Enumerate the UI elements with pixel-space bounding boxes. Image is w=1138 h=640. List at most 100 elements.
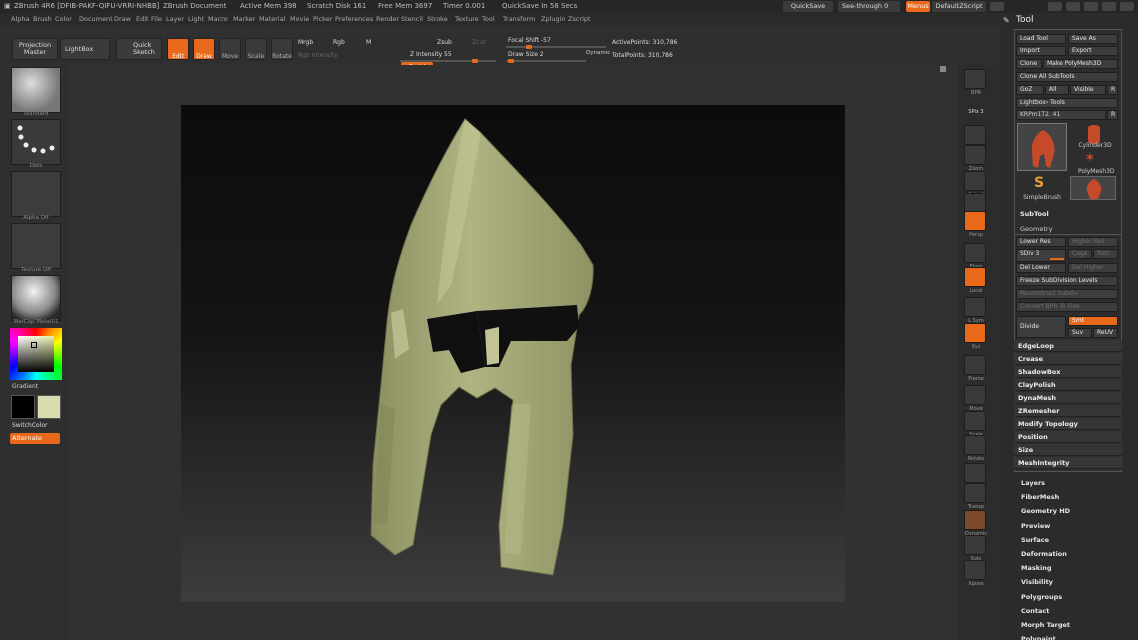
move-button[interactable]: Move — [219, 38, 241, 60]
tool-xpose[interactable] — [964, 560, 986, 580]
menu-movie[interactable]: Movie — [290, 15, 309, 23]
freeze-subdivision-button[interactable]: Freeze SubDivision Levels — [1016, 276, 1118, 286]
menu-light[interactable]: Light — [188, 15, 204, 23]
menu-material[interactable]: Material — [259, 15, 285, 23]
section-deformation[interactable]: Deformation — [1021, 550, 1067, 558]
make-polymesh-button[interactable]: Make PolyMesh3D — [1043, 59, 1118, 69]
menu-stencil[interactable]: Stencil — [401, 15, 423, 23]
reconstruct-subdiv-button[interactable]: Reconstruct Subdiv — [1016, 289, 1118, 299]
section-polypaint[interactable]: Polypaint — [1021, 635, 1056, 640]
section-surface[interactable]: Surface — [1021, 536, 1049, 544]
menu-zscript[interactable]: Zscript — [568, 15, 591, 23]
del-lower-button[interactable]: Del Lower — [1016, 263, 1066, 273]
brush-thumbnail[interactable] — [11, 67, 61, 113]
tool-l-sym[interactable] — [964, 297, 986, 317]
mrgb-button[interactable]: Mrgb — [298, 39, 313, 46]
tool-local[interactable] — [964, 267, 986, 287]
geometry-position[interactable]: Position — [1014, 431, 1122, 443]
r-button[interactable]: R — [1107, 85, 1118, 95]
primary-color-swatch[interactable] — [11, 395, 35, 419]
geometry-edgeloop[interactable]: EdgeLoop — [1014, 340, 1122, 352]
section-contact[interactable]: Contact — [1021, 607, 1049, 615]
menu-texture[interactable]: Texture — [455, 15, 479, 23]
sdiv-slider[interactable]: SDiv 3 — [1016, 249, 1066, 262]
geometry-dynamesh[interactable]: DynaMesh — [1014, 392, 1122, 404]
goz-button[interactable]: GoZ — [1016, 85, 1044, 95]
z-intensity-track[interactable] — [400, 59, 496, 63]
stroke-thumbnail[interactable] — [11, 119, 61, 165]
menu-layer[interactable]: Layer — [166, 15, 184, 23]
rgb-button[interactable]: Rgb — [333, 39, 345, 46]
see-through-slider[interactable]: See-through 0 — [838, 1, 900, 12]
zsub-button[interactable]: Zsub — [437, 39, 452, 46]
section-polygroups[interactable]: Polygroups — [1021, 593, 1062, 601]
tool-bpr[interactable] — [964, 69, 986, 89]
tool-frame[interactable] — [964, 355, 986, 375]
menus-button[interactable]: Menus — [906, 1, 930, 12]
geometry-crease[interactable]: Crease — [1014, 353, 1122, 365]
tool-actual[interactable] — [964, 171, 986, 191]
geometry-zremesher[interactable]: ZRemesher — [1014, 405, 1122, 417]
lightbox-button[interactable]: LightBox — [60, 38, 110, 60]
geometry-meshintegrity[interactable]: MeshIntegrity — [1014, 457, 1122, 469]
tool-scroll[interactable] — [964, 125, 986, 145]
menu-render[interactable]: Render — [376, 15, 399, 23]
reuv-button[interactable]: ReUV — [1093, 328, 1118, 338]
geometry-shadowbox[interactable]: ShadowBox — [1014, 366, 1122, 378]
menu-transform[interactable]: Transform — [503, 15, 535, 23]
menu-color[interactable]: Color — [55, 15, 72, 23]
focal-shift-slider[interactable]: Focal Shift -57 — [508, 37, 551, 44]
restore-icon[interactable] — [1102, 2, 1116, 11]
menu-stroke[interactable]: Stroke — [427, 15, 448, 23]
section-morph-target[interactable]: Morph Target — [1021, 621, 1070, 629]
zcut-button[interactable]: Zcut — [472, 39, 486, 46]
alpha-thumbnail[interactable] — [11, 171, 61, 217]
current-tool-slider[interactable]: KRPm1T2. 41 — [1016, 110, 1106, 120]
default-zscript-button[interactable]: DefaultZScript — [932, 1, 986, 12]
document-canvas[interactable] — [181, 105, 845, 602]
draw-size-track[interactable] — [506, 59, 586, 63]
suv-button[interactable]: Suv — [1068, 328, 1092, 338]
cage-button[interactable]: Cage — [1068, 249, 1092, 259]
edit-button[interactable]: Edit — [167, 38, 189, 60]
projection-master-button[interactable]: Projection Master — [12, 38, 58, 60]
section-geometry-hd[interactable]: Geometry HD — [1021, 507, 1070, 515]
subtool-header[interactable]: SubTool — [1020, 210, 1049, 218]
alternate-button[interactable]: Alternate — [10, 433, 60, 444]
divide-button[interactable]: Divide — [1016, 316, 1066, 338]
tool-thumb-current[interactable] — [1017, 123, 1067, 171]
polymesh-star-icon[interactable]: ✶ — [1084, 151, 1096, 165]
lightbox-tools-button[interactable]: Lightbox› Tools — [1016, 98, 1118, 108]
rstr-button[interactable]: Rstr — [1093, 249, 1118, 259]
r2-button[interactable]: R — [1107, 110, 1118, 120]
tool-xyz[interactable] — [964, 323, 986, 343]
help-icon[interactable] — [990, 2, 1004, 11]
section-preview[interactable]: Preview — [1021, 522, 1050, 530]
material-thumbnail[interactable] — [11, 275, 61, 321]
tool-rotate[interactable] — [964, 435, 986, 455]
menu-marker[interactable]: Marker — [233, 15, 255, 23]
menu-alpha[interactable]: Alpha — [11, 15, 29, 23]
section-layers[interactable]: Layers — [1021, 479, 1045, 487]
switch-color-button[interactable]: SwitchColor — [12, 422, 48, 429]
scale-button[interactable]: Scale — [245, 38, 267, 60]
tool-dynamic[interactable] — [964, 510, 986, 530]
section-fibermesh[interactable]: FiberMesh — [1021, 493, 1059, 501]
tool-polyf[interactable] — [964, 463, 986, 483]
close-icon[interactable] — [1120, 2, 1134, 11]
draw-size-slider[interactable]: Draw Size 2 — [508, 51, 544, 58]
z-intensity-slider[interactable]: Z Intensity 55 — [410, 51, 452, 58]
tool-solo[interactable] — [964, 535, 986, 555]
export-button[interactable]: Export — [1068, 46, 1118, 56]
quicksave-button[interactable]: QuickSave — [783, 1, 833, 12]
section-masking[interactable]: Masking — [1021, 564, 1052, 572]
menu-preferences[interactable]: Preferences — [335, 15, 373, 23]
menu-document[interactable]: Document — [79, 15, 113, 23]
convert-bpr-button[interactable]: Convert BPR To Geo — [1016, 302, 1118, 312]
save-as-button[interactable]: Save As — [1068, 34, 1118, 44]
geometry-claypolish[interactable]: ClayPolish — [1014, 379, 1122, 391]
focal-shift-track[interactable] — [506, 45, 606, 49]
geometry-header[interactable]: Geometry — [1020, 225, 1052, 233]
menu-brush[interactable]: Brush — [33, 15, 52, 23]
rotate-button[interactable]: Rotate — [271, 38, 293, 60]
